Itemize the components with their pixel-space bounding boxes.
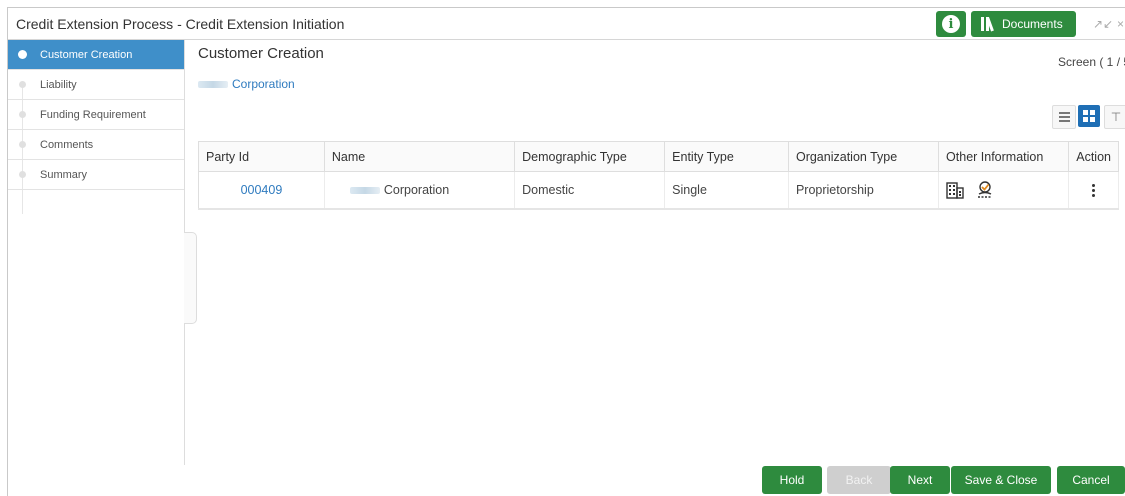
close-icon[interactable]: × [1117,17,1124,31]
redacted-name [349,187,380,195]
sidebar-item-label: Liability [40,78,77,91]
books-icon [981,17,994,32]
step-dot-icon [19,111,26,118]
cell-party-id: 000409 [198,171,325,210]
cell-organization-type: Proprietorship [788,171,940,210]
hold-button[interactable]: Hold [762,466,822,494]
sidebar-item-label: Customer Creation [40,48,133,61]
step-dot-icon [19,81,26,88]
sidebar-item-summary[interactable]: Summary [8,160,184,190]
column-header-party-id: Party Id [198,141,325,172]
user-check-icon[interactable] [974,181,996,199]
column-header-other-information: Other Information [938,141,1070,172]
sidebar: Customer Creation Liability Funding Requ… [8,40,185,465]
party-id-link[interactable]: 000409 [206,183,317,197]
column-header-entity-type: Entity Type [664,141,789,172]
documents-button[interactable]: Documents [971,11,1076,37]
sidebar-item-customer-creation[interactable]: Customer Creation [8,40,184,70]
save-close-button[interactable]: Save & Close [951,466,1051,494]
redacted-name [198,80,228,88]
column-header-organization-type: Organization Type [788,141,940,172]
info-button[interactable]: i [936,11,966,37]
column-header-action: Action [1068,141,1119,172]
step-dot-icon [19,141,26,148]
info-icon: i [942,15,960,33]
table-header-row: Party Id Name Demographic Type Entity Ty… [198,141,1119,172]
cell-demographic-type: Domestic [514,171,666,210]
documents-label: Documents [1002,17,1063,31]
app-window: Credit Extension Process - Credit Extens… [7,7,1125,496]
page-title: Customer Creation [198,45,324,62]
back-button[interactable]: Back [827,466,891,494]
building-icon[interactable] [946,181,964,199]
list-view-icon[interactable] [1052,105,1076,129]
cancel-button[interactable]: Cancel [1057,466,1125,494]
step-dot-icon [19,171,26,178]
sidebar-item-label: Funding Requirement [40,108,146,121]
title-bar: Credit Extension Process - Credit Extens… [8,8,1125,40]
party-table: Party Id Name Demographic Type Entity Ty… [198,141,1119,210]
step-dot-icon [18,50,27,59]
breadcrumb[interactable]: Corporation [198,77,295,91]
expand-icon[interactable]: ↗↙ [1093,17,1113,31]
column-header-name: Name [324,141,516,172]
breadcrumb-label: Corporation [232,77,295,91]
cell-entity-type: Single [664,171,789,210]
sidebar-item-label: Comments [40,138,94,151]
table-row: 000409 Corporation Domestic Single Propr… [198,171,1119,210]
column-header-demographic-type: Demographic Type [514,141,666,172]
sidebar-item-funding-requirement[interactable]: Funding Requirement [8,100,184,130]
sidebar-collapse-handle[interactable] [184,232,197,324]
sidebar-item-comments[interactable]: Comments [8,130,184,160]
sidebar-item-liability[interactable]: Liability [8,70,184,100]
party-name: Corporation [383,183,450,197]
next-button[interactable]: Next [890,466,950,494]
tree-view-icon[interactable]: ⊤ [1104,105,1125,129]
more-actions-icon[interactable] [1076,183,1111,197]
cell-action [1068,171,1119,210]
sidebar-item-label: Summary [40,168,88,181]
window-title: Credit Extension Process - Credit Extens… [16,16,345,32]
cell-other-information [938,171,1070,210]
cell-name: Corporation [324,171,516,210]
screen-counter: Screen ( 1 / 5 [1058,55,1125,69]
grid-view-icon[interactable] [1078,105,1100,127]
